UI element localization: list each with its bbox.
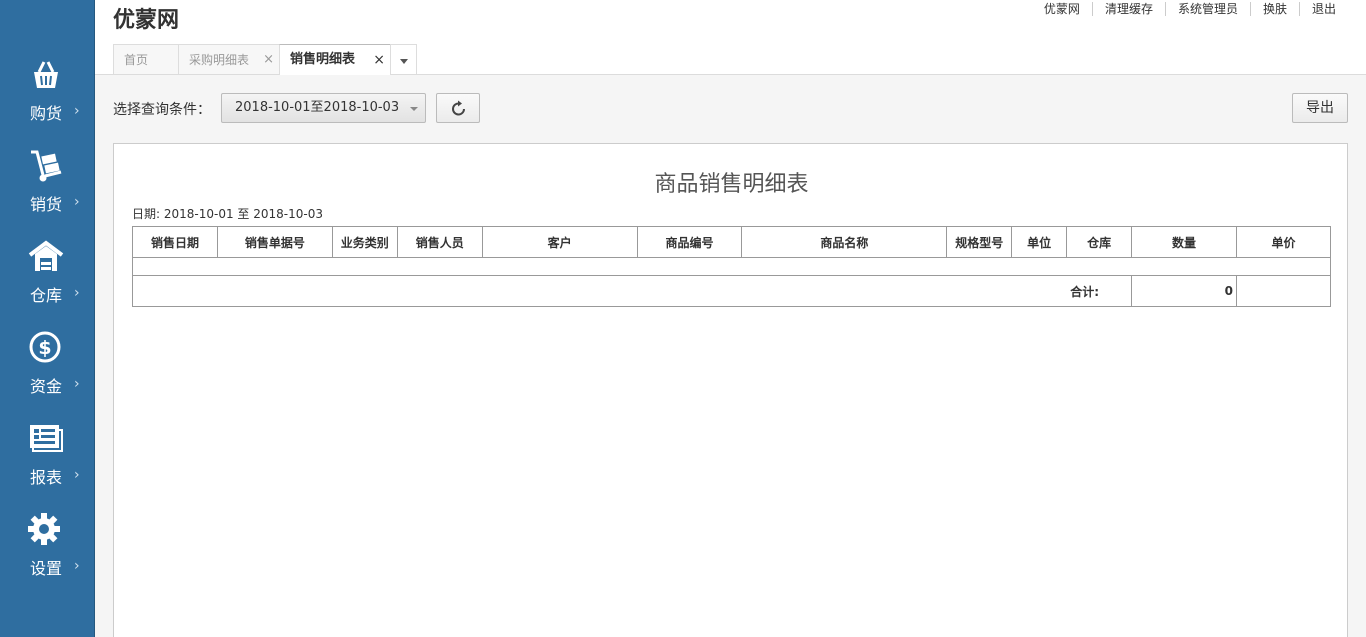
column-header: 仓库	[1066, 226, 1133, 258]
sidebar-item-label: 销货	[30, 195, 63, 214]
tab-bar: 首页 采购明细表 × 销售明细表 ×	[113, 44, 417, 75]
column-header: 单价	[1235, 226, 1332, 258]
date-range-select[interactable]: 2018-10-01至2018-10-03	[221, 93, 426, 123]
hand-truck-icon	[28, 149, 64, 185]
link-admin-user[interactable]: 系统管理员	[1164, 2, 1250, 16]
column-header: 商品名称	[741, 226, 948, 258]
warehouse-icon	[28, 240, 64, 276]
brand-logo-text: 优蒙网	[113, 8, 180, 33]
sidebar-item-label: 资金	[30, 377, 63, 396]
report-icon	[28, 422, 64, 458]
column-header: 销售日期	[132, 226, 218, 258]
tab-sales-detail[interactable]: 销售明细表 ×	[279, 44, 391, 75]
basket-icon	[28, 58, 64, 94]
top-links: 优蒙网 清理缓存 系统管理员 换肤 退出	[1032, 2, 1348, 16]
chevron-right-icon: ›	[74, 558, 80, 574]
tab-label: 销售明细表	[290, 52, 356, 67]
chevron-right-icon: ›	[74, 194, 80, 210]
close-icon[interactable]: ×	[373, 45, 385, 75]
sidebar-item-label: 仓库	[30, 286, 63, 305]
empty-cell	[132, 257, 1331, 276]
header: 优蒙网 优蒙网 清理缓存 系统管理员 换肤 退出 首页 采购明细表 × 销售明细…	[95, 0, 1366, 75]
link-clear-cache[interactable]: 清理缓存	[1091, 2, 1165, 16]
chevron-right-icon: ›	[74, 103, 80, 119]
report-panel: 商品销售明细表 日期: 2018-10-01 至 2018-10-03 销售日期…	[113, 143, 1348, 637]
sidebar-item-reports[interactable]: 报表 ›	[0, 422, 95, 508]
table-header-row: 销售日期 销售单据号 业务类别 销售人员 客户 商品编号 商品名称 规格型号 单…	[132, 226, 1332, 258]
caret-down-icon	[400, 59, 408, 64]
sidebar-item-sales[interactable]: 销货 ›	[0, 149, 95, 235]
chevron-right-icon: ›	[74, 467, 80, 483]
export-button[interactable]: 导出	[1292, 93, 1348, 123]
tab-purchase-detail[interactable]: 采购明细表 ×	[178, 44, 280, 74]
column-header: 商品编号	[636, 226, 743, 258]
refresh-icon	[452, 100, 465, 116]
sidebar-item-purchase[interactable]: 购货 ›	[0, 58, 95, 144]
sidebar-item-label: 设置	[30, 559, 63, 578]
report-table: 销售日期 销售单据号 业务类别 销售人员 客户 商品编号 商品名称 规格型号 单…	[131, 226, 1332, 307]
refresh-button[interactable]	[436, 93, 480, 123]
total-row: 合计: 0	[131, 275, 1332, 307]
dollar-icon: $	[28, 331, 64, 367]
tab-label: 采购明细表	[189, 53, 250, 67]
column-header: 业务类别	[331, 226, 398, 258]
total-quantity: 0	[1131, 275, 1237, 307]
empty-row	[132, 257, 1331, 276]
column-header: 客户	[481, 226, 638, 258]
report-date-range: 日期: 2018-10-01 至 2018-10-03	[132, 207, 323, 221]
chevron-right-icon: ›	[74, 285, 80, 301]
tab-more-dropdown[interactable]	[390, 44, 417, 74]
gear-icon	[28, 513, 64, 549]
column-header: 销售单据号	[216, 226, 333, 258]
column-header: 规格型号	[946, 226, 1013, 258]
tab-home[interactable]: 首页	[113, 44, 179, 74]
link-home-site[interactable]: 优蒙网	[1032, 2, 1092, 16]
svg-text:$: $	[38, 337, 51, 359]
column-header: 销售人员	[396, 226, 483, 258]
link-change-skin[interactable]: 换肤	[1249, 2, 1299, 16]
close-icon[interactable]: ×	[263, 45, 274, 75]
link-logout[interactable]: 退出	[1298, 2, 1348, 16]
report-title: 商品销售明细表	[654, 172, 809, 197]
sidebar-item-funds[interactable]: $ 资金 ›	[0, 331, 95, 417]
total-unit-price	[1235, 275, 1332, 307]
caret-down-icon	[410, 107, 418, 111]
sidebar-item-settings[interactable]: 设置 ›	[0, 513, 95, 599]
chevron-right-icon: ›	[74, 376, 80, 392]
filter-label: 选择查询条件：	[113, 102, 211, 118]
sidebar: 购货 › 销货 › 仓库 › $ 资金 › 报表 › 设置 ›	[0, 0, 95, 637]
column-header: 单位	[1011, 226, 1068, 258]
date-range-value: 2018-10-01至2018-10-03	[235, 100, 400, 115]
sidebar-item-label: 报表	[30, 468, 63, 487]
column-header: 数量	[1131, 226, 1237, 258]
sidebar-item-label: 购货	[30, 104, 63, 123]
tab-label: 首页	[124, 53, 149, 67]
sidebar-item-warehouse[interactable]: 仓库 ›	[0, 240, 95, 326]
total-label: 合计:	[131, 275, 1133, 307]
